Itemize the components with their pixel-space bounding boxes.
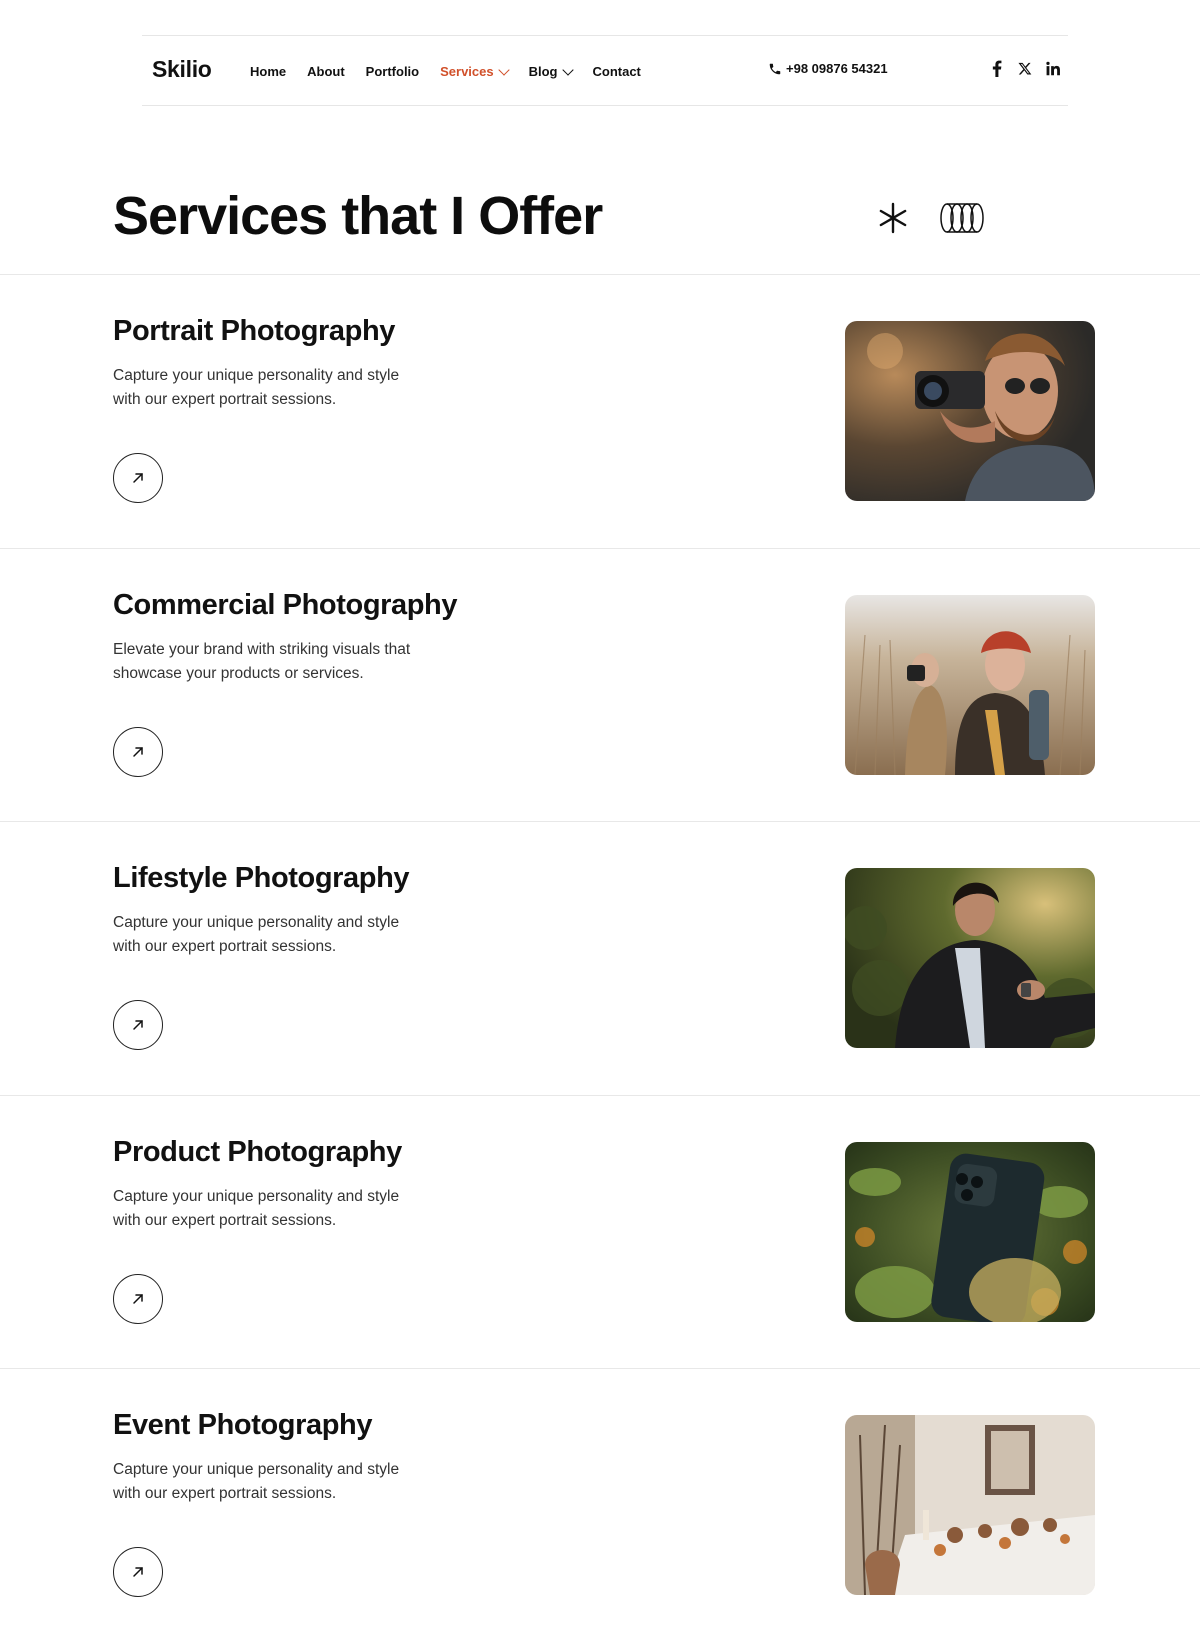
service-title: Commercial Photography — [113, 589, 458, 621]
service-link-button[interactable] — [113, 727, 163, 777]
nav-blog[interactable]: Blog — [528, 63, 574, 79]
asterisk-icon — [879, 202, 907, 234]
service-desc-line: with our expert portrait sessions. — [113, 391, 337, 408]
service-item-commercial: Commercial Photography Elevate your bran… — [0, 549, 1200, 822]
phone-number: +98 09876 54321 — [786, 61, 888, 76]
nav-home-label: Home — [250, 63, 287, 79]
service-image-event-table — [845, 1415, 1095, 1595]
service-description: Capture your unique personality and styl… — [113, 1458, 433, 1506]
service-link-button[interactable] — [113, 1274, 163, 1324]
social-links — [976, 59, 1060, 77]
linkedin-icon[interactable] — [1046, 59, 1060, 77]
nav-about-label: About — [307, 63, 345, 79]
service-desc-line: Elevate your brand with striking visuals… — [113, 641, 411, 658]
nav-portfolio[interactable]: Portfolio — [366, 64, 419, 79]
service-desc-line: Capture your unique personality and styl… — [113, 1461, 400, 1478]
service-description: Capture your unique personality and styl… — [113, 911, 433, 959]
nav-about[interactable]: About — [307, 64, 345, 79]
service-description: Elevate your brand with striking visuals… — [113, 638, 433, 686]
service-desc-line: Capture your unique personality and styl… — [113, 1188, 400, 1205]
service-desc-line: Capture your unique personality and styl… — [113, 367, 400, 384]
nav-blog-label: Blog — [528, 63, 558, 79]
nav-portfolio-label: Portfolio — [365, 63, 420, 79]
service-title: Product Photography — [113, 1136, 402, 1168]
rings-icon — [940, 203, 984, 233]
service-image-photographer — [845, 321, 1095, 501]
service-desc-line: with our expert portrait sessions. — [113, 1485, 337, 1502]
x-icon[interactable] — [1018, 59, 1032, 77]
site-logo[interactable]: Skilio — [152, 56, 212, 83]
chevron-down-icon — [561, 63, 574, 76]
arrow-up-right-icon — [133, 473, 143, 483]
nav-services[interactable]: Services — [440, 63, 510, 79]
service-image-wheat-field — [845, 595, 1095, 775]
arrow-up-right-icon — [133, 1567, 143, 1577]
service-description: Capture your unique personality and styl… — [113, 1185, 433, 1233]
arrow-up-right-icon — [133, 747, 143, 757]
main-nav: Home About Portfolio Services Blog Conta… — [250, 36, 662, 106]
facebook-icon[interactable] — [990, 59, 1004, 77]
service-desc-line: with our expert portrait sessions. — [113, 1212, 337, 1229]
service-item-portrait: Portrait Photography Capture your unique… — [0, 275, 1200, 548]
service-desc-line: with our expert portrait sessions. — [113, 938, 337, 955]
nav-contact-label: Contact — [592, 63, 641, 79]
service-title: Portrait Photography — [113, 315, 396, 347]
arrow-up-right-icon — [133, 1020, 143, 1030]
service-desc-line: Capture your unique personality and styl… — [113, 914, 400, 931]
service-image-phone-foliage — [845, 1142, 1095, 1322]
nav-services-label: Services — [440, 63, 494, 79]
service-link-button[interactable] — [113, 1547, 163, 1597]
service-title: Lifestyle Photography — [113, 862, 410, 894]
arrow-up-right-icon — [133, 1294, 143, 1304]
service-title: Event Photography — [113, 1409, 373, 1441]
service-desc-line: showcase your products or services. — [113, 665, 364, 682]
phone-icon — [769, 63, 781, 74]
nav-home[interactable]: Home — [250, 64, 286, 79]
chevron-down-icon — [497, 63, 510, 76]
phone-link[interactable]: +98 09876 54321 — [768, 61, 888, 76]
service-item-product: Product Photography Capture your unique … — [0, 1096, 1200, 1369]
service-item-event: Event Photography Capture your unique pe… — [0, 1369, 1200, 1642]
service-link-button[interactable] — [113, 453, 163, 503]
service-image-man-watch — [845, 868, 1095, 1048]
service-link-button[interactable] — [113, 1000, 163, 1050]
page-title: Services that I Offer — [113, 186, 603, 246]
service-item-lifestyle: Lifestyle Photography Capture your uniqu… — [0, 822, 1200, 1095]
site-header: Skilio Home About Portfolio Services Blo… — [142, 35, 1068, 106]
nav-contact[interactable]: Contact — [593, 64, 641, 79]
service-description: Capture your unique personality and styl… — [113, 364, 433, 412]
